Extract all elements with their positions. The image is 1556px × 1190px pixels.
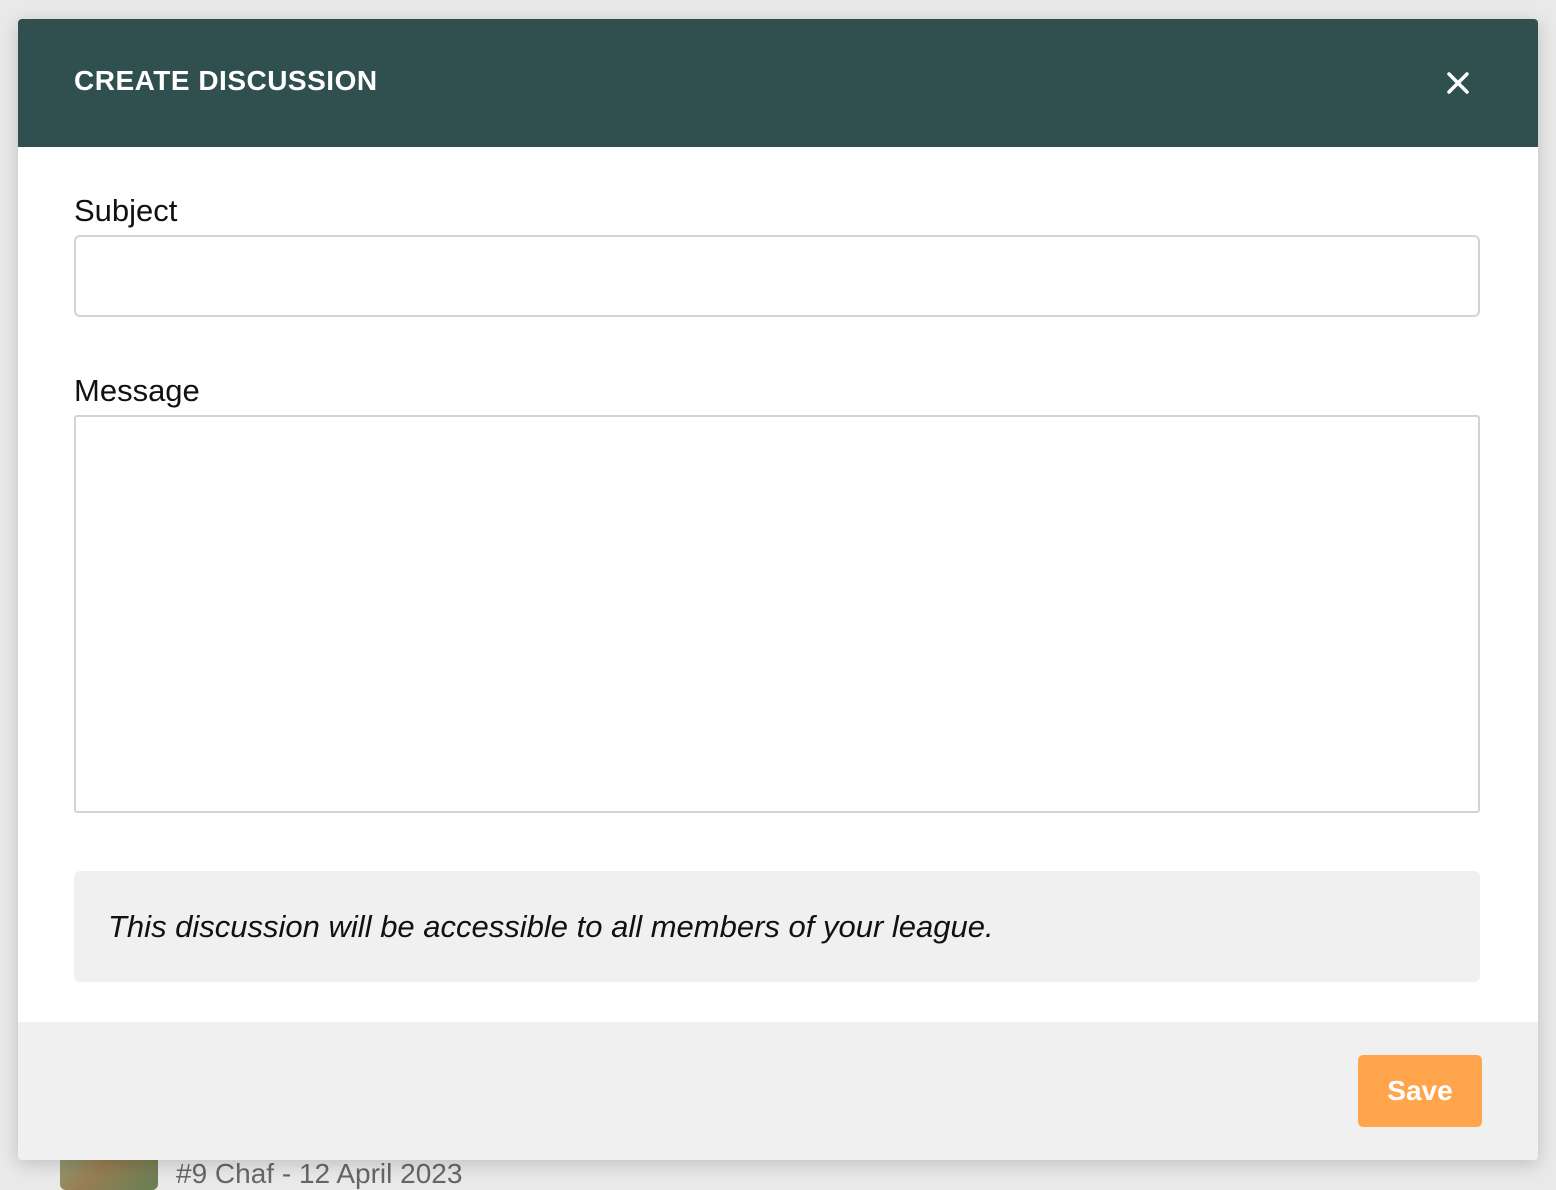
message-label: Message <box>74 373 200 408</box>
modal-footer: Save <box>18 1022 1538 1160</box>
subject-label: Subject <box>74 193 178 228</box>
subject-input[interactable] <box>74 235 1480 317</box>
visibility-notice: This discussion will be accessible to al… <box>74 871 1480 982</box>
visibility-notice-text: This discussion will be accessible to al… <box>108 909 994 944</box>
close-button[interactable] <box>1438 63 1478 103</box>
save-button[interactable]: Save <box>1358 1055 1482 1127</box>
background-list-item-text: #9 Chaf - 12 April 2023 <box>176 1158 463 1189</box>
message-textarea[interactable] <box>74 415 1480 813</box>
create-discussion-modal: CREATE DISCUSSION Subject Message This d… <box>18 19 1538 1160</box>
modal-title: CREATE DISCUSSION <box>74 65 378 96</box>
close-icon <box>1438 63 1478 103</box>
modal-header: CREATE DISCUSSION <box>18 19 1538 147</box>
